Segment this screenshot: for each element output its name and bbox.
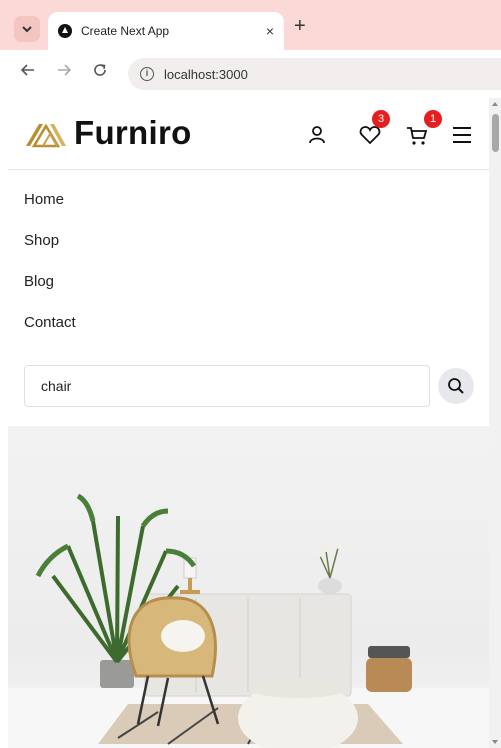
browser-tab[interactable]: Create Next App × [48,12,284,50]
logo[interactable]: Furniro [24,114,192,152]
nav-link-contact[interactable]: Contact [8,313,489,354]
search-icon [448,378,464,394]
nextjs-favicon-icon [58,24,72,38]
living-room-illustration [8,493,489,748]
nav-link-blog[interactable]: Blog [8,272,489,313]
search-input[interactable] [24,365,430,407]
mobile-nav-menu: Home Shop Blog Contact [8,170,489,354]
tab-title: Create Next App [81,24,170,38]
site-header: Furniro 3 1 [8,98,489,170]
page-viewport: Furniro 3 1 Home Shop Blog Contact [0,98,501,748]
page-scrollbar[interactable] [489,98,501,748]
forward-arrow-icon[interactable] [56,62,72,84]
browser-tab-bar: Create Next App × + [0,0,501,50]
search-button[interactable] [438,368,474,404]
site-container: Furniro 3 1 Home Shop Blog Contact [8,98,489,438]
logo-mark-icon [26,123,66,148]
scroll-up-arrow-icon[interactable] [492,102,498,106]
cart-count-badge: 1 [424,110,442,128]
hamburger-menu-icon[interactable] [451,125,477,151]
wishlist-count-badge: 3 [372,110,390,128]
hero-image [8,426,489,748]
new-tab-button[interactable]: + [294,16,306,36]
tab-close-icon[interactable]: × [266,23,274,39]
tab-search-button[interactable] [14,16,40,42]
reload-icon[interactable] [92,62,108,84]
logo-text: Furniro [74,114,192,151]
url-text: localhost:3000 [164,66,248,82]
nav-link-home[interactable]: Home [8,190,489,231]
scroll-down-arrow-icon[interactable] [492,740,498,744]
chevron-down-icon [22,25,32,32]
user-icon[interactable] [304,122,330,148]
info-icon[interactable]: i [140,67,154,81]
address-bar[interactable]: i localhost:3000 [128,58,501,90]
nav-link-shop[interactable]: Shop [8,231,489,272]
cart-icon[interactable] [404,122,430,148]
scrollbar-thumb[interactable] [492,114,499,152]
browser-toolbar: i localhost:3000 [0,50,501,98]
back-arrow-icon[interactable] [20,62,36,84]
